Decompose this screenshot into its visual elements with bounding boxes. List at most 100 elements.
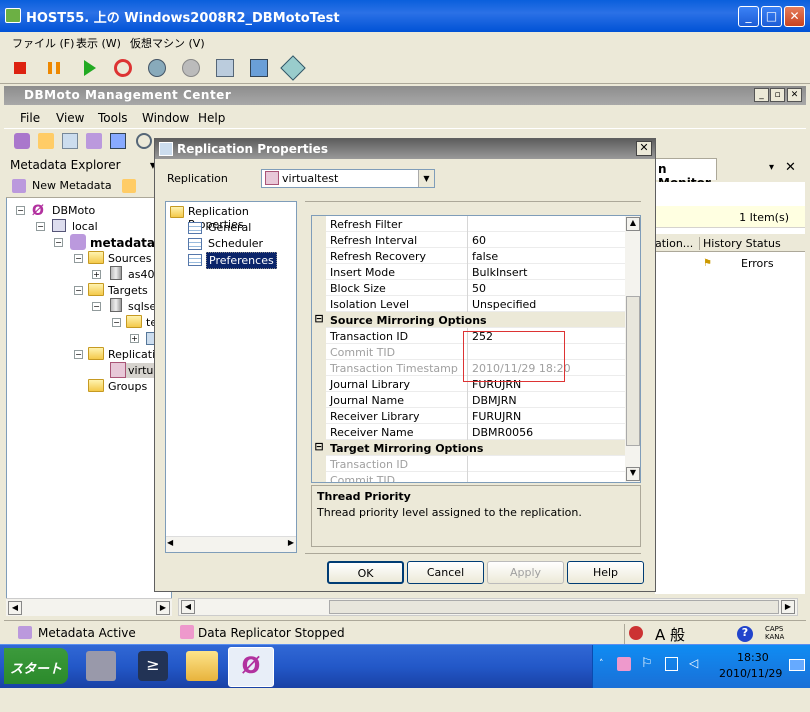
collapse-icon[interactable]: ⊟: [312, 440, 326, 456]
nav-general[interactable]: General: [208, 221, 251, 234]
dialog-close-button[interactable]: ✕: [636, 141, 652, 156]
collapse-icon[interactable]: −: [74, 350, 83, 359]
minimize-button[interactable]: _: [738, 6, 759, 27]
property-grid-vscroll[interactable]: ▲ ▼: [625, 216, 640, 482]
scroll-thumb[interactable]: [329, 600, 779, 614]
server-manager-icon[interactable]: [86, 651, 116, 681]
vm-menu-file[interactable]: ファイル (F): [12, 35, 74, 51]
scroll-right-icon[interactable]: ▶: [288, 538, 294, 547]
collapse-icon[interactable]: −: [112, 318, 121, 327]
pause-icon[interactable]: [48, 62, 60, 74]
explorer-icon[interactable]: [186, 651, 218, 681]
scroll-right-icon[interactable]: ▶: [781, 600, 795, 614]
property-value[interactable]: Unspecified: [472, 298, 536, 311]
nav-scheduler[interactable]: Scheduler: [208, 237, 263, 250]
vm-menu-vm[interactable]: 仮想マシン (V): [130, 35, 205, 51]
property-value[interactable]: DBMJRN: [472, 394, 517, 407]
property-value[interactable]: BulkInsert: [472, 266, 528, 279]
property-value[interactable]: DBMR0056: [472, 426, 533, 439]
new-metadata-button[interactable]: New Metadata: [32, 179, 112, 192]
vm-menu-view[interactable]: 表示 (W): [76, 35, 121, 51]
property-value[interactable]: FURUJRN: [472, 410, 521, 423]
monitor-icon[interactable]: [110, 133, 126, 149]
ime-icon[interactable]: [629, 626, 643, 640]
maximize-button[interactable]: □: [761, 6, 782, 27]
collapse-icon[interactable]: −: [16, 206, 25, 215]
replication-select[interactable]: virtualtest ▼: [261, 169, 435, 188]
show-hidden-icons[interactable]: ˄: [599, 659, 604, 669]
tree-groups[interactable]: Groups: [108, 380, 147, 393]
find-icon[interactable]: [136, 133, 152, 149]
scroll-left-icon[interactable]: ◀: [181, 600, 195, 614]
snapshot-icon[interactable]: [148, 59, 166, 77]
property-value[interactable]: 60: [472, 234, 486, 247]
property-row[interactable]: Refresh Filter: [312, 216, 625, 232]
dbmoto-taskbar-icon[interactable]: Ø: [228, 647, 274, 687]
property-row[interactable]: Commit TID: [312, 472, 625, 482]
property-row[interactable]: Refresh Interval 60: [312, 232, 625, 248]
column-header-history-status[interactable]: History Status: [699, 237, 781, 250]
console-icon[interactable]: [250, 59, 268, 77]
collapse-icon[interactable]: −: [74, 254, 83, 263]
tree-sources[interactable]: Sources: [108, 252, 152, 265]
nav-preferences[interactable]: Preferences: [206, 252, 277, 269]
collapse-icon[interactable]: −: [74, 286, 83, 295]
scroll-thumb[interactable]: [626, 296, 640, 446]
tree-targets[interactable]: Targets: [108, 284, 148, 297]
network-icon[interactable]: [665, 657, 678, 671]
tree-dbmoto[interactable]: DBMoto: [52, 204, 95, 217]
tray-replicator-icon[interactable]: [617, 657, 631, 671]
apply-button[interactable]: Apply: [487, 561, 564, 584]
edit-icon[interactable]: [38, 133, 54, 149]
property-row[interactable]: Insert Mode BulkInsert: [312, 264, 625, 280]
main-hscroll[interactable]: ◀ ▶: [178, 598, 798, 616]
app-close-button[interactable]: ✕: [787, 88, 802, 102]
dropdown-icon[interactable]: ▾: [769, 162, 774, 173]
menu-window[interactable]: Window: [142, 111, 189, 125]
show-desktop-icon[interactable]: [789, 659, 805, 671]
chevron-down-icon[interactable]: ▼: [418, 170, 434, 187]
collapse-icon[interactable]: −: [92, 302, 101, 311]
property-row[interactable]: Receiver Library FURUJRN: [312, 408, 625, 424]
close-button[interactable]: ✕: [784, 6, 805, 27]
menu-view[interactable]: View: [56, 111, 84, 125]
cancel-button[interactable]: Cancel: [407, 561, 484, 584]
scroll-right-icon[interactable]: ▶: [156, 601, 170, 615]
reset-icon[interactable]: [114, 59, 132, 77]
category-row[interactable]: ⊟ Target Mirroring Options: [312, 440, 625, 456]
help-button[interactable]: Help: [567, 561, 644, 584]
start-button[interactable]: スタート: [4, 648, 68, 684]
menu-file[interactable]: File: [20, 111, 40, 125]
collapse-icon[interactable]: −: [54, 238, 63, 247]
revert-icon[interactable]: [182, 59, 200, 77]
grid-icon[interactable]: [62, 133, 78, 149]
tools-icon[interactable]: [280, 55, 306, 81]
collapse-icon[interactable]: ⊟: [312, 312, 326, 328]
scroll-left-icon[interactable]: ◀: [8, 601, 22, 615]
scroll-down-icon[interactable]: ▼: [626, 467, 640, 481]
tree-local[interactable]: local: [72, 220, 98, 233]
action-center-icon[interactable]: ⚐: [641, 656, 653, 671]
property-value[interactable]: false: [472, 250, 498, 263]
close-panel-icon[interactable]: ✕: [785, 160, 796, 175]
menu-tools[interactable]: Tools: [98, 111, 128, 125]
ok-button[interactable]: OK: [327, 561, 404, 584]
tree-sqlserver[interactable]: sqlse: [128, 300, 156, 313]
tray-date[interactable]: 2010/11/29: [719, 667, 782, 680]
expand-icon[interactable]: +: [130, 334, 139, 343]
explorer-hscroll[interactable]: ◀ ▶: [6, 598, 172, 616]
connect-icon[interactable]: [14, 133, 30, 149]
tray-time[interactable]: 18:30: [737, 651, 769, 664]
play-icon[interactable]: [84, 60, 96, 76]
powershell-icon[interactable]: ≥: [138, 651, 168, 681]
menu-help[interactable]: Help: [198, 111, 225, 125]
volume-icon[interactable]: ◁: [689, 656, 698, 670]
expand-icon[interactable]: +: [92, 270, 101, 279]
scroll-up-icon[interactable]: ▲: [626, 217, 640, 231]
property-row[interactable]: Journal Name DBMJRN: [312, 392, 625, 408]
replication-icon[interactable]: [86, 133, 102, 149]
stop-icon[interactable]: [14, 62, 26, 74]
column-header-location[interactable]: ation...: [655, 237, 693, 250]
property-row[interactable]: Refresh Recovery false: [312, 248, 625, 264]
scroll-left-icon[interactable]: ◀: [167, 538, 173, 547]
